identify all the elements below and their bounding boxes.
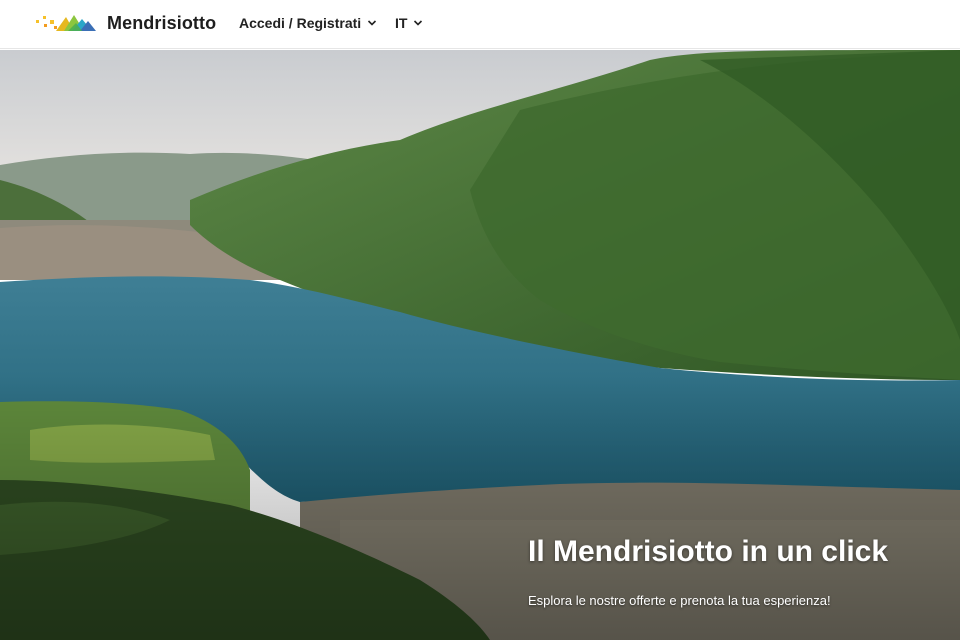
- chevron-down-icon: [368, 20, 377, 26]
- brand-name: Mendrisiotto: [107, 12, 217, 33]
- hero-subtitle: Esplora le nostre offerte e prenota la t…: [528, 593, 831, 608]
- hero-banner: Il Mendrisiotto in un click Esplora le n…: [0, 50, 960, 640]
- home-logo-link[interactable]: Mendrisiotto: [36, 11, 216, 35]
- language-selector[interactable]: IT: [395, 14, 423, 32]
- login-register-menu[interactable]: Accedi / Registrati: [239, 14, 377, 32]
- mendrisiotto-logo-icon: [36, 15, 96, 31]
- hero-title: Il Mendrisiotto in un click: [528, 535, 889, 568]
- language-label: IT: [395, 15, 408, 31]
- site-header: Mendrisiotto Accedi / Registrati IT: [0, 0, 960, 49]
- chevron-down-icon: [414, 20, 423, 26]
- login-register-label: Accedi / Registrati: [239, 15, 362, 31]
